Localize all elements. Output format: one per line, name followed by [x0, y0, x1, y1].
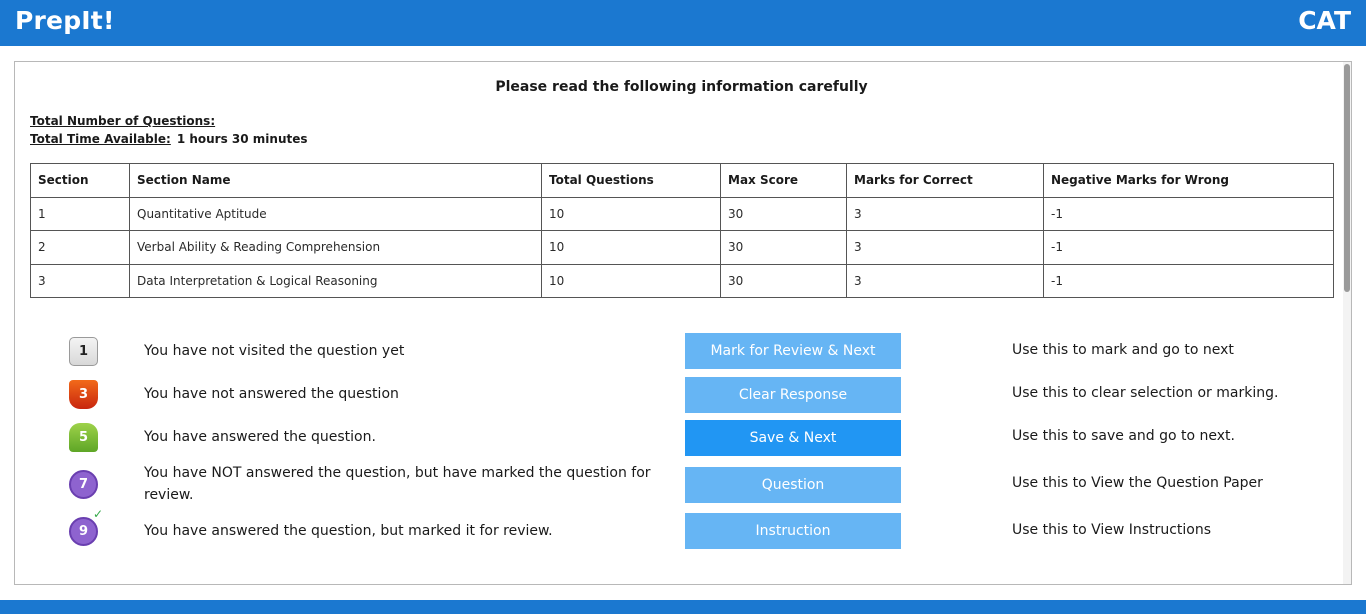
- top-bar: PrepIt! CAT: [0, 0, 1366, 46]
- mark-for-review-next-button[interactable]: Mark for Review & Next: [685, 333, 901, 369]
- table-row: 1 Quantitative Aptitude 10 30 3 -1: [30, 196, 1334, 231]
- table-row: 2 Verbal Ability & Reading Comprehension…: [30, 230, 1334, 265]
- table-cell: -1: [1043, 263, 1334, 298]
- clear-response-hint: Use this to clear selection or marking.: [1012, 385, 1279, 401]
- instructions-panel: Please read the following information ca…: [14, 61, 1352, 585]
- clear-response-button[interactable]: Clear Response: [685, 377, 901, 413]
- legend-answered-marked-text: You have answered the question, but mark…: [144, 523, 553, 539]
- instructions-heading: Please read the following information ca…: [495, 79, 868, 95]
- table-cell: 3: [846, 230, 1044, 265]
- table-cell: 2: [30, 230, 130, 265]
- table-cell: Quantitative Aptitude: [129, 196, 542, 231]
- save-next-button[interactable]: Save & Next: [685, 420, 901, 456]
- col-section-name: Section Name: [129, 163, 542, 198]
- total-questions-info: Total Number of Questions:: [30, 114, 221, 128]
- table-row: 3 Data Interpretation & Logical Reasonin…: [30, 263, 1334, 298]
- table-cell: 1: [30, 196, 130, 231]
- table-cell: 30: [720, 263, 847, 298]
- col-negative-marks: Negative Marks for Wrong: [1043, 163, 1334, 198]
- table-cell: 10: [541, 196, 721, 231]
- legend-marked-text: You have NOT answered the question, but …: [144, 465, 651, 503]
- legend-not-answered-text: You have not answered the question: [144, 386, 399, 402]
- table-cell: -1: [1043, 230, 1334, 265]
- not-visited-badge: 1: [69, 337, 98, 366]
- save-next-hint: Use this to save and go to next.: [1012, 428, 1235, 444]
- table-cell: 10: [541, 230, 721, 265]
- question-hint: Use this to View the Question Paper: [1012, 475, 1263, 491]
- total-questions-label: Total Number of Questions:: [30, 114, 216, 128]
- col-total-questions: Total Questions: [541, 163, 721, 198]
- marked-for-review-badge: 7: [69, 470, 98, 499]
- question-button[interactable]: Question: [685, 467, 901, 503]
- check-icon: ✓: [93, 507, 104, 521]
- mark-review-hint: Use this to mark and go to next: [1012, 342, 1234, 358]
- table-cell: -1: [1043, 196, 1334, 231]
- col-max-score: Max Score: [720, 163, 847, 198]
- instruction-button[interactable]: Instruction: [685, 513, 901, 549]
- instruction-hint: Use this to View Instructions: [1012, 522, 1212, 538]
- table-header-row: Section Section Name Total Questions Max…: [30, 163, 1334, 198]
- answered-marked-badge: 9: [69, 517, 98, 546]
- scrollbar-thumb[interactable]: [1344, 64, 1350, 292]
- col-marks-correct: Marks for Correct: [846, 163, 1044, 198]
- table-cell: Verbal Ability & Reading Comprehension: [129, 230, 542, 265]
- table-cell: 30: [720, 230, 847, 265]
- col-section: Section: [30, 163, 130, 198]
- total-time-info: Total Time Available: 1 hours 30 minutes: [30, 132, 308, 146]
- table-cell: 10: [541, 263, 721, 298]
- brand-logo: PrepIt!: [15, 6, 115, 35]
- table-cell: 3: [30, 263, 130, 298]
- total-time-label: Total Time Available:: [30, 132, 171, 146]
- table-cell: Data Interpretation & Logical Reasoning: [129, 263, 542, 298]
- table-cell: 3: [846, 196, 1044, 231]
- table-cell: 30: [720, 196, 847, 231]
- scrollbar[interactable]: [1343, 62, 1351, 584]
- legend-answered-text: You have answered the question.: [144, 429, 376, 445]
- exam-name: CAT: [1298, 6, 1351, 35]
- total-time-value: 1 hours 30 minutes: [176, 132, 308, 146]
- sections-table: Section Section Name Total Questions Max…: [30, 163, 1334, 298]
- bottom-bar: [0, 600, 1366, 614]
- answered-badge: 5: [69, 423, 98, 452]
- legend-not-visited-text: You have not visited the question yet: [144, 343, 405, 359]
- table-cell: 3: [846, 263, 1044, 298]
- not-answered-badge: 3: [69, 380, 98, 409]
